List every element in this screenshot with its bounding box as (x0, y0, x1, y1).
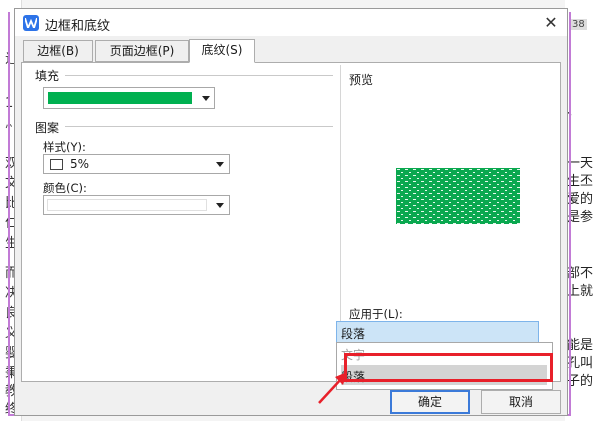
fill-group-label: 填充 (35, 69, 60, 83)
margin-line (569, 12, 571, 416)
color-label: 颜色(C): (43, 181, 87, 195)
pattern-style-value: 5% (70, 157, 90, 171)
dialog-title: 边框和底纹 (45, 19, 111, 34)
apply-to-dropdown[interactable]: 段落 (336, 321, 539, 343)
pattern-group-label: 图案 (35, 121, 60, 135)
annotation-arrow-icon (318, 372, 347, 404)
preview-label: 预览 (349, 73, 374, 87)
pattern-color-dropdown[interactable] (43, 195, 230, 215)
chevron-down-icon (216, 203, 224, 208)
fill-color-dropdown[interactable] (43, 87, 215, 109)
group-divider (65, 75, 333, 76)
style-label: 样式(Y): (43, 140, 86, 154)
page-number: 38 (570, 19, 587, 30)
cancel-button[interactable]: 取消 (481, 390, 561, 414)
tab-page-border[interactable]: 页面边框(P) (95, 40, 189, 62)
pattern-color-swatch (47, 199, 207, 211)
apply-to-value: 段落 (341, 327, 366, 341)
dialog-titlebar[interactable]: 边框和底纹 ✕ (15, 9, 567, 36)
tab-shading[interactable]: 底纹(S) (189, 39, 255, 63)
chevron-down-icon (216, 162, 224, 167)
chevron-down-icon (202, 96, 210, 101)
close-icon[interactable]: ✕ (541, 13, 561, 33)
preview-pattern (396, 168, 520, 224)
margin-line (8, 12, 10, 416)
annotation-highlight-box (344, 353, 553, 382)
pattern-style-dropdown[interactable]: 5% (43, 154, 230, 174)
pattern-style-swatch (50, 159, 63, 170)
shading-preview (396, 168, 520, 224)
fill-color-swatch (48, 92, 192, 104)
tab-borders[interactable]: 边框(B) (23, 40, 93, 62)
ok-button[interactable]: 确定 (390, 390, 470, 414)
apply-to-label: 应用于(L): (349, 307, 403, 321)
group-divider (65, 126, 333, 127)
wps-app-icon (23, 15, 39, 31)
